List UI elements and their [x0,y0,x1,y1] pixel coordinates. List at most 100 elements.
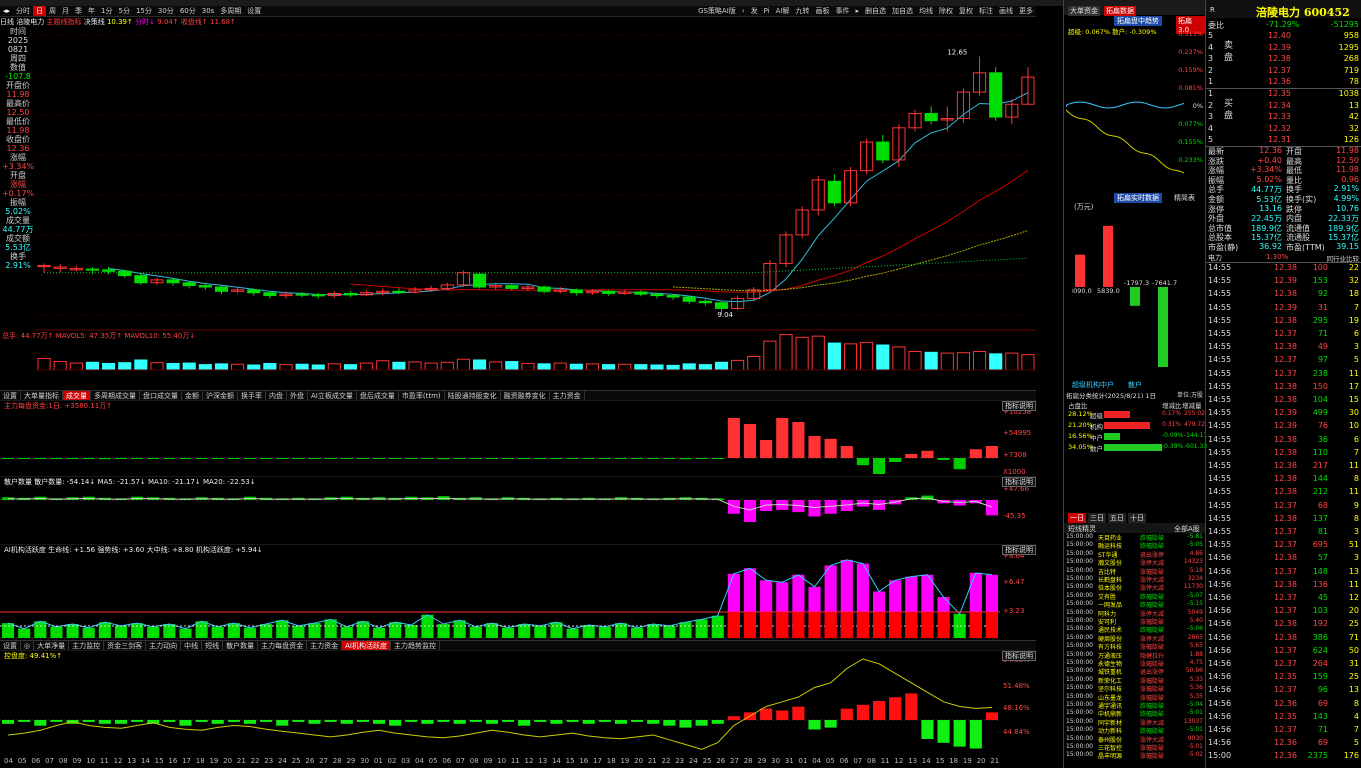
mid-tab[interactable]: 大单资金 [1068,6,1100,16]
volume-bar [327,363,341,371]
range-tab[interactable]: 五日 [1108,513,1126,523]
indicator-tab[interactable]: 主力资金 [550,391,585,400]
indicator-tab[interactable]: 金额 [182,391,203,400]
tick-count: 51 [1348,540,1359,550]
indicator-tab[interactable]: 市盈率(ttm) [399,391,445,400]
indicator-tab[interactable]: 设置 [0,391,21,400]
indicator-bar [260,458,273,459]
volume-bar [731,359,745,371]
indicator-tab[interactable]: 散户数量 [223,641,259,650]
buy-price: 12.35 [1268,89,1291,98]
toolbar-item[interactable]: 月 [59,6,72,16]
toolbar-item[interactable]: 15分 [133,6,155,16]
mid-tab[interactable]: 拓扁数据 [1104,6,1136,16]
indicator-tab[interactable]: 主力资金 [307,641,343,650]
indicator-tab[interactable]: 陆股通持股变化 [445,391,501,400]
indicator-tab[interactable]: AI立板成交量 [308,391,357,400]
toolbar-item[interactable]: 30s [199,7,218,15]
indicator-bar [905,454,918,458]
toolbar-right[interactable]: 画线 [996,6,1016,16]
toolbar-right[interactable]: 发 [748,6,761,16]
tick-time: 14:55 [1208,421,1232,431]
indicator-tab[interactable]: 外盘 [287,391,308,400]
indicator-tab[interactable]: AI机构活跃度 [342,641,391,650]
toolbar-right[interactable]: 标注 [976,6,996,16]
news-stock[interactable]: 晶丰明源 [1098,751,1122,760]
indicator-tab[interactable]: 主力监控 [69,641,105,650]
indicator-tab[interactable]: 主力每盘资金 [258,641,308,650]
toolbar-item[interactable]: 日 [33,6,47,16]
flow-bar-label: 3090.0 [1072,287,1092,295]
indicator-tab[interactable]: 资金三剑客 [104,641,147,650]
toolbar-right[interactable]: 除权 [936,6,956,16]
candle [85,268,100,271]
indicator-tab[interactable]: 内盘 [266,391,287,400]
date-tick: 17 [593,757,602,765]
toolbar-item[interactable]: 1分 [98,6,115,16]
toolbar-item[interactable]: 年 [85,6,98,16]
indicator-desc-button[interactable]: 指标说明 [1002,401,1036,411]
activity-base-bar [969,612,982,638]
candle [392,290,406,293]
indicator-desc-button[interactable]: 指标说明 [1002,545,1036,555]
toolbar-right[interactable]: GS策略AI版 [695,6,739,16]
range-tab[interactable]: 一日 [1068,513,1086,523]
main-fund-panel[interactable]: +10258+54995+7308X1000 [0,400,1036,476]
indicator-tab[interactable]: 换手率 [238,391,266,400]
news-value: 2865 [1187,633,1203,641]
indicator-tab[interactable]: 盘后成交量 [357,391,399,400]
toolbar-right[interactable]: 复权 [956,6,976,16]
volume-bar [134,359,148,371]
toolbar-right[interactable]: ▸ [852,7,862,15]
control-degree-panel[interactable]: 54.80%51.48%48.16%44.84% [0,650,1036,756]
indicator-tab[interactable]: 设置 [0,641,21,650]
indicator-tab[interactable]: 沪深金额 [203,391,238,400]
range-tab[interactable]: 十日 [1128,513,1146,523]
indicator-tab[interactable]: ◎ [21,641,35,650]
compact-button[interactable]: 精简表 [1174,193,1195,203]
buy-price: 12.34 [1268,100,1291,110]
toolbar-right[interactable]: 事件 [832,6,852,16]
indicator-tab[interactable]: 中线 [181,641,203,650]
toolbar-item[interactable]: 分时 [13,6,33,16]
indicator-tab[interactable]: 成交量 [63,391,91,400]
tick-time: 14:56 [1208,566,1232,576]
toolbar-item[interactable]: 30分 [155,6,177,16]
indicator-desc-button[interactable]: 指标说明 [1002,477,1036,487]
toolbar-right[interactable]: 更多 [1016,6,1036,16]
indicator-bar [2,720,15,724]
indicator-tab[interactable]: 大单净量 [34,641,70,650]
toolbar-right[interactable]: 删自选 [862,6,889,16]
toolbar-right[interactable]: ‹ [739,7,748,15]
tick-time: 14:56 [1208,698,1232,708]
toolbar-right[interactable]: 九转 [792,6,812,16]
toolbar-right[interactable]: AI解 [773,6,793,16]
stats-amount: 255.02 [1184,410,1205,417]
toolbar-item[interactable]: 季 [72,6,85,16]
toolbar-item[interactable]: 5分 [116,6,133,16]
indicator-tab[interactable]: 主力趋势监控 [391,641,440,650]
activity-base-bar [872,612,886,638]
toolbar-item[interactable]: 60分 [177,6,199,16]
toolbar-right[interactable]: 加自选 [889,6,916,16]
toolbar-right[interactable]: 均线 [916,6,936,16]
indicator-tab[interactable]: 大单量指标 [21,391,63,400]
indicator-desc-button[interactable]: 指标说明 [1002,651,1036,661]
indicator-tab[interactable]: 盘口成交量 [140,391,182,400]
toolbar-item[interactable]: 设置 [244,6,264,16]
news-time: 15:00:00 [1066,608,1093,616]
indicator-tab[interactable]: 多周期成交量 [91,391,140,400]
toolbar-item[interactable]: 多周期 [217,6,244,16]
toolbar-item[interactable]: 周 [46,6,59,16]
sidebar-value: -107.8 [5,72,31,81]
indicator-tab[interactable]: 主力动向 [146,641,182,650]
toolbar-right[interactable]: Pi [761,7,773,15]
indicator-bar [437,720,450,722]
ai-activity-panel[interactable]: +8.64+6.47+3.23 [0,544,1036,640]
toolbar-right[interactable]: 画板 [812,6,832,16]
range-tab[interactable]: 三日 [1088,513,1106,523]
indicator-tab[interactable]: 融资融券变化 [501,391,550,400]
nav-icon[interactable]: ◂▸ [0,7,13,15]
sidebar-label: 涨幅 [10,153,26,162]
indicator-tab[interactable]: 短线 [202,641,224,650]
